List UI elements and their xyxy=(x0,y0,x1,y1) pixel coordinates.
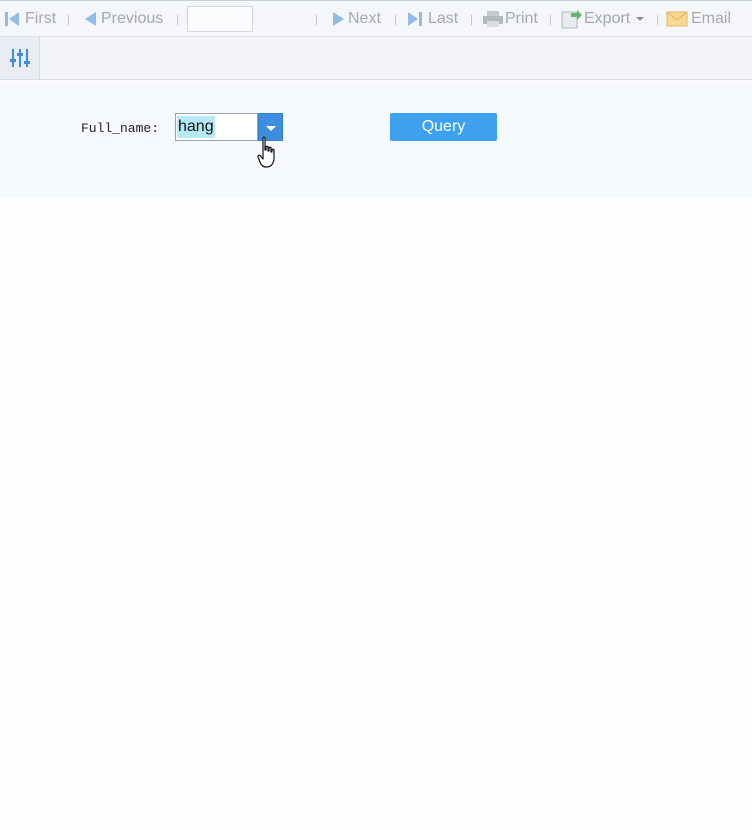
print-button[interactable]: Print xyxy=(482,1,538,37)
last-page-icon xyxy=(408,12,422,26)
email-button[interactable]: Email xyxy=(666,1,731,37)
export-button[interactable]: Export xyxy=(561,1,645,37)
parameter-panel: Full_name: hang Query xyxy=(0,81,752,198)
toolbar-separator xyxy=(316,15,317,25)
parameter-bar xyxy=(0,37,752,80)
printer-icon xyxy=(483,11,503,27)
first-page-icon xyxy=(5,12,19,26)
full-name-value: hang xyxy=(177,116,215,138)
next-page-icon xyxy=(333,12,344,26)
page-number-input[interactable] xyxy=(187,6,253,32)
previous-page-label: Previous xyxy=(101,10,164,27)
hand-pointer-icon xyxy=(257,136,275,168)
toolbar-separator xyxy=(68,15,69,25)
envelope-icon xyxy=(666,11,688,27)
export-label: Export xyxy=(584,10,631,27)
full-name-input[interactable]: hang xyxy=(175,113,258,141)
last-page-button[interactable]: Last xyxy=(407,1,458,37)
chevron-down-icon xyxy=(636,17,645,21)
toolbar-separator xyxy=(657,15,658,25)
toolbar-separator xyxy=(550,15,551,25)
previous-page-button[interactable]: Previous xyxy=(84,1,163,37)
chevron-down-icon xyxy=(265,125,276,131)
query-button[interactable]: Query xyxy=(390,113,497,141)
last-page-label: Last xyxy=(428,10,459,27)
first-page-label: First xyxy=(25,10,57,27)
sliders-icon xyxy=(9,49,30,67)
toolbar-separator xyxy=(395,15,396,25)
toolbar-separator xyxy=(471,15,472,25)
full-name-label: Full_name: xyxy=(81,121,160,136)
next-page-button[interactable]: Next xyxy=(331,1,381,37)
next-page-label: Next xyxy=(348,10,381,27)
report-toolbar: First Previous Next Last Print Export Em… xyxy=(0,0,752,37)
first-page-button[interactable]: First xyxy=(4,1,56,37)
previous-page-icon xyxy=(85,12,96,26)
email-label: Email xyxy=(691,10,732,27)
toggle-parameters-button[interactable] xyxy=(0,37,40,79)
export-icon xyxy=(561,10,582,29)
print-label: Print xyxy=(505,10,538,27)
toolbar-separator xyxy=(177,15,178,25)
